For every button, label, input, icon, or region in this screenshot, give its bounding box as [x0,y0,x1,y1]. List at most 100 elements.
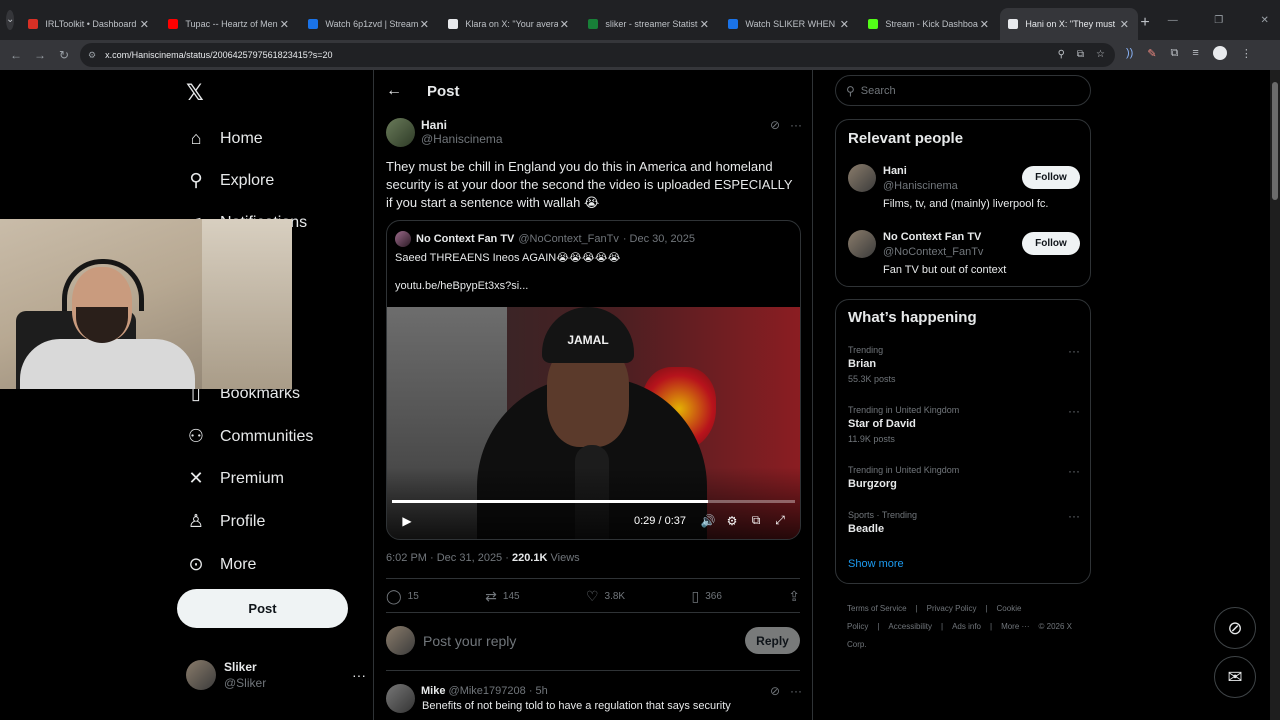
repost-action[interactable]: ⇄ 145 [485,588,519,605]
messages-float-icon[interactable]: ✉ [1214,656,1256,698]
minimize-icon[interactable]: — [1150,15,1196,26]
video-player[interactable]: JAMAL ▶ 0:29 / 0:37 🔊 ⚙ ⧉ ⤢ [387,307,800,539]
browser-tab[interactable]: Stream - Kick Dashboard ✕ [860,8,998,40]
browser-tab[interactable]: Klara on X: "Your average✕ [440,8,578,40]
browser-tab[interactable]: IRLToolkit • Dashboard ✕ [20,8,158,40]
browser-tab[interactable]: Hani on X: "They must be ✕ [1000,8,1139,40]
reply-input[interactable]: Post your reply [423,633,516,649]
nav-item-more[interactable]: ⊙ More [186,554,256,575]
volume-icon[interactable]: 🔊 [696,514,720,528]
follow-button[interactable]: Follow [1022,166,1080,189]
tab-close-icon[interactable]: ✕ [1118,18,1130,31]
trend-more-icon[interactable]: ··· [1068,344,1080,358]
quoted-tweet[interactable]: No Context Fan TV @NoContext_FanTv · Dec… [386,220,801,540]
tab-close-icon[interactable]: ✕ [278,18,290,31]
search-input[interactable]: ⚲ Search [835,75,1091,106]
show-more-link[interactable]: Show more [848,558,904,570]
restore-icon[interactable]: ❐ [1196,15,1242,26]
browser-tab[interactable]: Tupac -- Heartz of Men (U✕ [160,8,298,40]
scrollbar-thumb[interactable] [1272,82,1278,200]
nav-item-explore[interactable]: ⚲ Explore [186,170,274,191]
pip-icon[interactable]: ⧉ [744,513,768,528]
person-name[interactable]: Hani [883,164,958,179]
author-avatar[interactable] [386,118,415,147]
author-handle[interactable]: @Haniscinema [421,132,503,146]
extensions-puzzle-icon[interactable]: ⧉ [1171,47,1179,60]
nav-item-profile[interactable]: ♙ Profile [186,511,265,532]
trend-more-icon[interactable]: ··· [1068,509,1080,523]
tab-close-icon[interactable]: ✕ [418,18,430,31]
grok-float-icon[interactable]: ⊘ [1214,607,1256,649]
nav-item-premium[interactable]: ✕ Premium [186,468,284,489]
account-more-icon[interactable]: ··· [352,667,366,683]
person-avatar[interactable] [848,230,876,258]
account-switcher[interactable]: Sliker @Sliker ··· [186,659,366,691]
fullscreen-icon[interactable]: ⤢ [768,513,792,528]
compose-post-button[interactable]: Post [177,589,348,628]
like-action[interactable]: ♡ 3.8K [586,588,625,605]
address-bar[interactable]: ⚙ x.com/Haniscinema/status/2006425797561… [80,43,1115,67]
reply-author-name[interactable]: Mike [421,685,445,697]
browser-profile-avatar[interactable] [1212,46,1227,60]
trend-more-icon[interactable]: ··· [1068,404,1080,418]
grok-icon[interactable]: ⊘ [770,684,780,698]
footer-link[interactable]: Terms of Service [847,604,907,613]
bookmark-star-icon[interactable]: ☆ [1096,49,1105,60]
trend-more-icon[interactable]: ··· [1068,464,1080,478]
settings-gear-icon[interactable]: ⚙ [720,514,744,528]
tab-close-icon[interactable]: ✕ [698,18,710,31]
footer-link[interactable]: More ··· [1001,622,1029,631]
footer-link[interactable]: Accessibility [888,622,932,631]
reload-icon[interactable]: ↻ [52,48,76,62]
browser-tab[interactable]: Watch 6p1zvd | Streamable✕ [300,8,438,40]
back-arrow-icon[interactable]: ← [386,82,406,100]
nav-item-home[interactable]: ⌂ Home [186,128,263,149]
video-progress-bar[interactable] [392,500,795,503]
person-avatar[interactable] [848,164,876,192]
install-icon[interactable]: ⧉ [1077,49,1084,60]
person-handle[interactable]: @Haniscinema [883,179,958,194]
trend-item[interactable]: Trending in United Kingdom Burgzorg ··· [848,464,1080,492]
site-info-icon[interactable]: ⚙ [88,50,96,61]
footer-link[interactable]: Privacy Policy [927,604,977,613]
media-control-icon[interactable]: ≡ [1192,47,1198,59]
tab-close-icon[interactable]: ✕ [838,18,850,31]
back-arrow-icon[interactable]: ← [4,48,28,62]
reply-button[interactable]: Reply [745,627,800,654]
person-name[interactable]: No Context Fan TV [883,230,983,245]
author-name[interactable]: Hani [421,118,503,132]
close-window-icon[interactable]: ✕ [1242,15,1280,26]
forward-arrow-icon[interactable]: → [28,48,52,62]
tweet-timestamp[interactable]: 6:02 PM · Dec 31, 2025 · [386,552,512,564]
reply-tweet[interactable]: Mike @Mike1797208 · 5h ⊘ ··· Benefits of… [386,684,802,713]
tab-search-icon[interactable]: ⌄ [6,10,15,30]
extension-icon-1[interactable]: )) [1126,47,1133,59]
person-handle[interactable]: @NoContext_FanTv [883,245,983,260]
follow-button[interactable]: Follow [1022,232,1080,255]
bookmark-action[interactable]: ▯ 366 [691,588,721,605]
tab-close-icon[interactable]: ✕ [138,18,150,31]
trend-item[interactable]: Trending in United Kingdom Star of David 1… [848,404,1080,446]
quote-link[interactable]: youtu.be/heBpypEt3xs?si... [395,280,528,292]
play-icon[interactable]: ▶ [395,514,419,528]
reply-action[interactable]: ◯ 15 [386,588,419,605]
browser-menu-icon[interactable]: ⋮ [1241,47,1252,60]
nav-item-communities[interactable]: ⚇ Communities [186,426,313,447]
browser-tab[interactable]: Watch SLIKER WHEN IT C✕ [720,8,858,40]
browser-tab[interactable]: sliker - streamer Statistics ✕ [580,8,718,40]
tab-close-icon[interactable]: ✕ [978,18,990,31]
footer-link[interactable]: Ads info [952,622,981,631]
page-scrollbar[interactable] [1270,70,1280,720]
share-action[interactable]: ⇪ [788,588,800,605]
x-logo-icon[interactable]: 𝕏 [186,80,204,106]
grok-icon[interactable]: ⊘ [770,118,780,132]
tweet-more-icon[interactable]: ··· [790,118,802,132]
new-tab-button[interactable]: + [1140,8,1149,40]
trend-item[interactable]: Trending Brian 55.3K posts ··· [848,344,1080,386]
tab-close-icon[interactable]: ✕ [558,18,570,31]
zoom-icon[interactable]: ⚲ [1058,49,1065,60]
trend-item[interactable]: Sports · Trending Beadle ··· [848,509,1080,537]
extension-icon-2[interactable]: ✎ [1147,47,1156,60]
reply-author-handle[interactable]: @Mike1797208 [449,685,526,697]
reply-more-icon[interactable]: ··· [790,684,802,698]
